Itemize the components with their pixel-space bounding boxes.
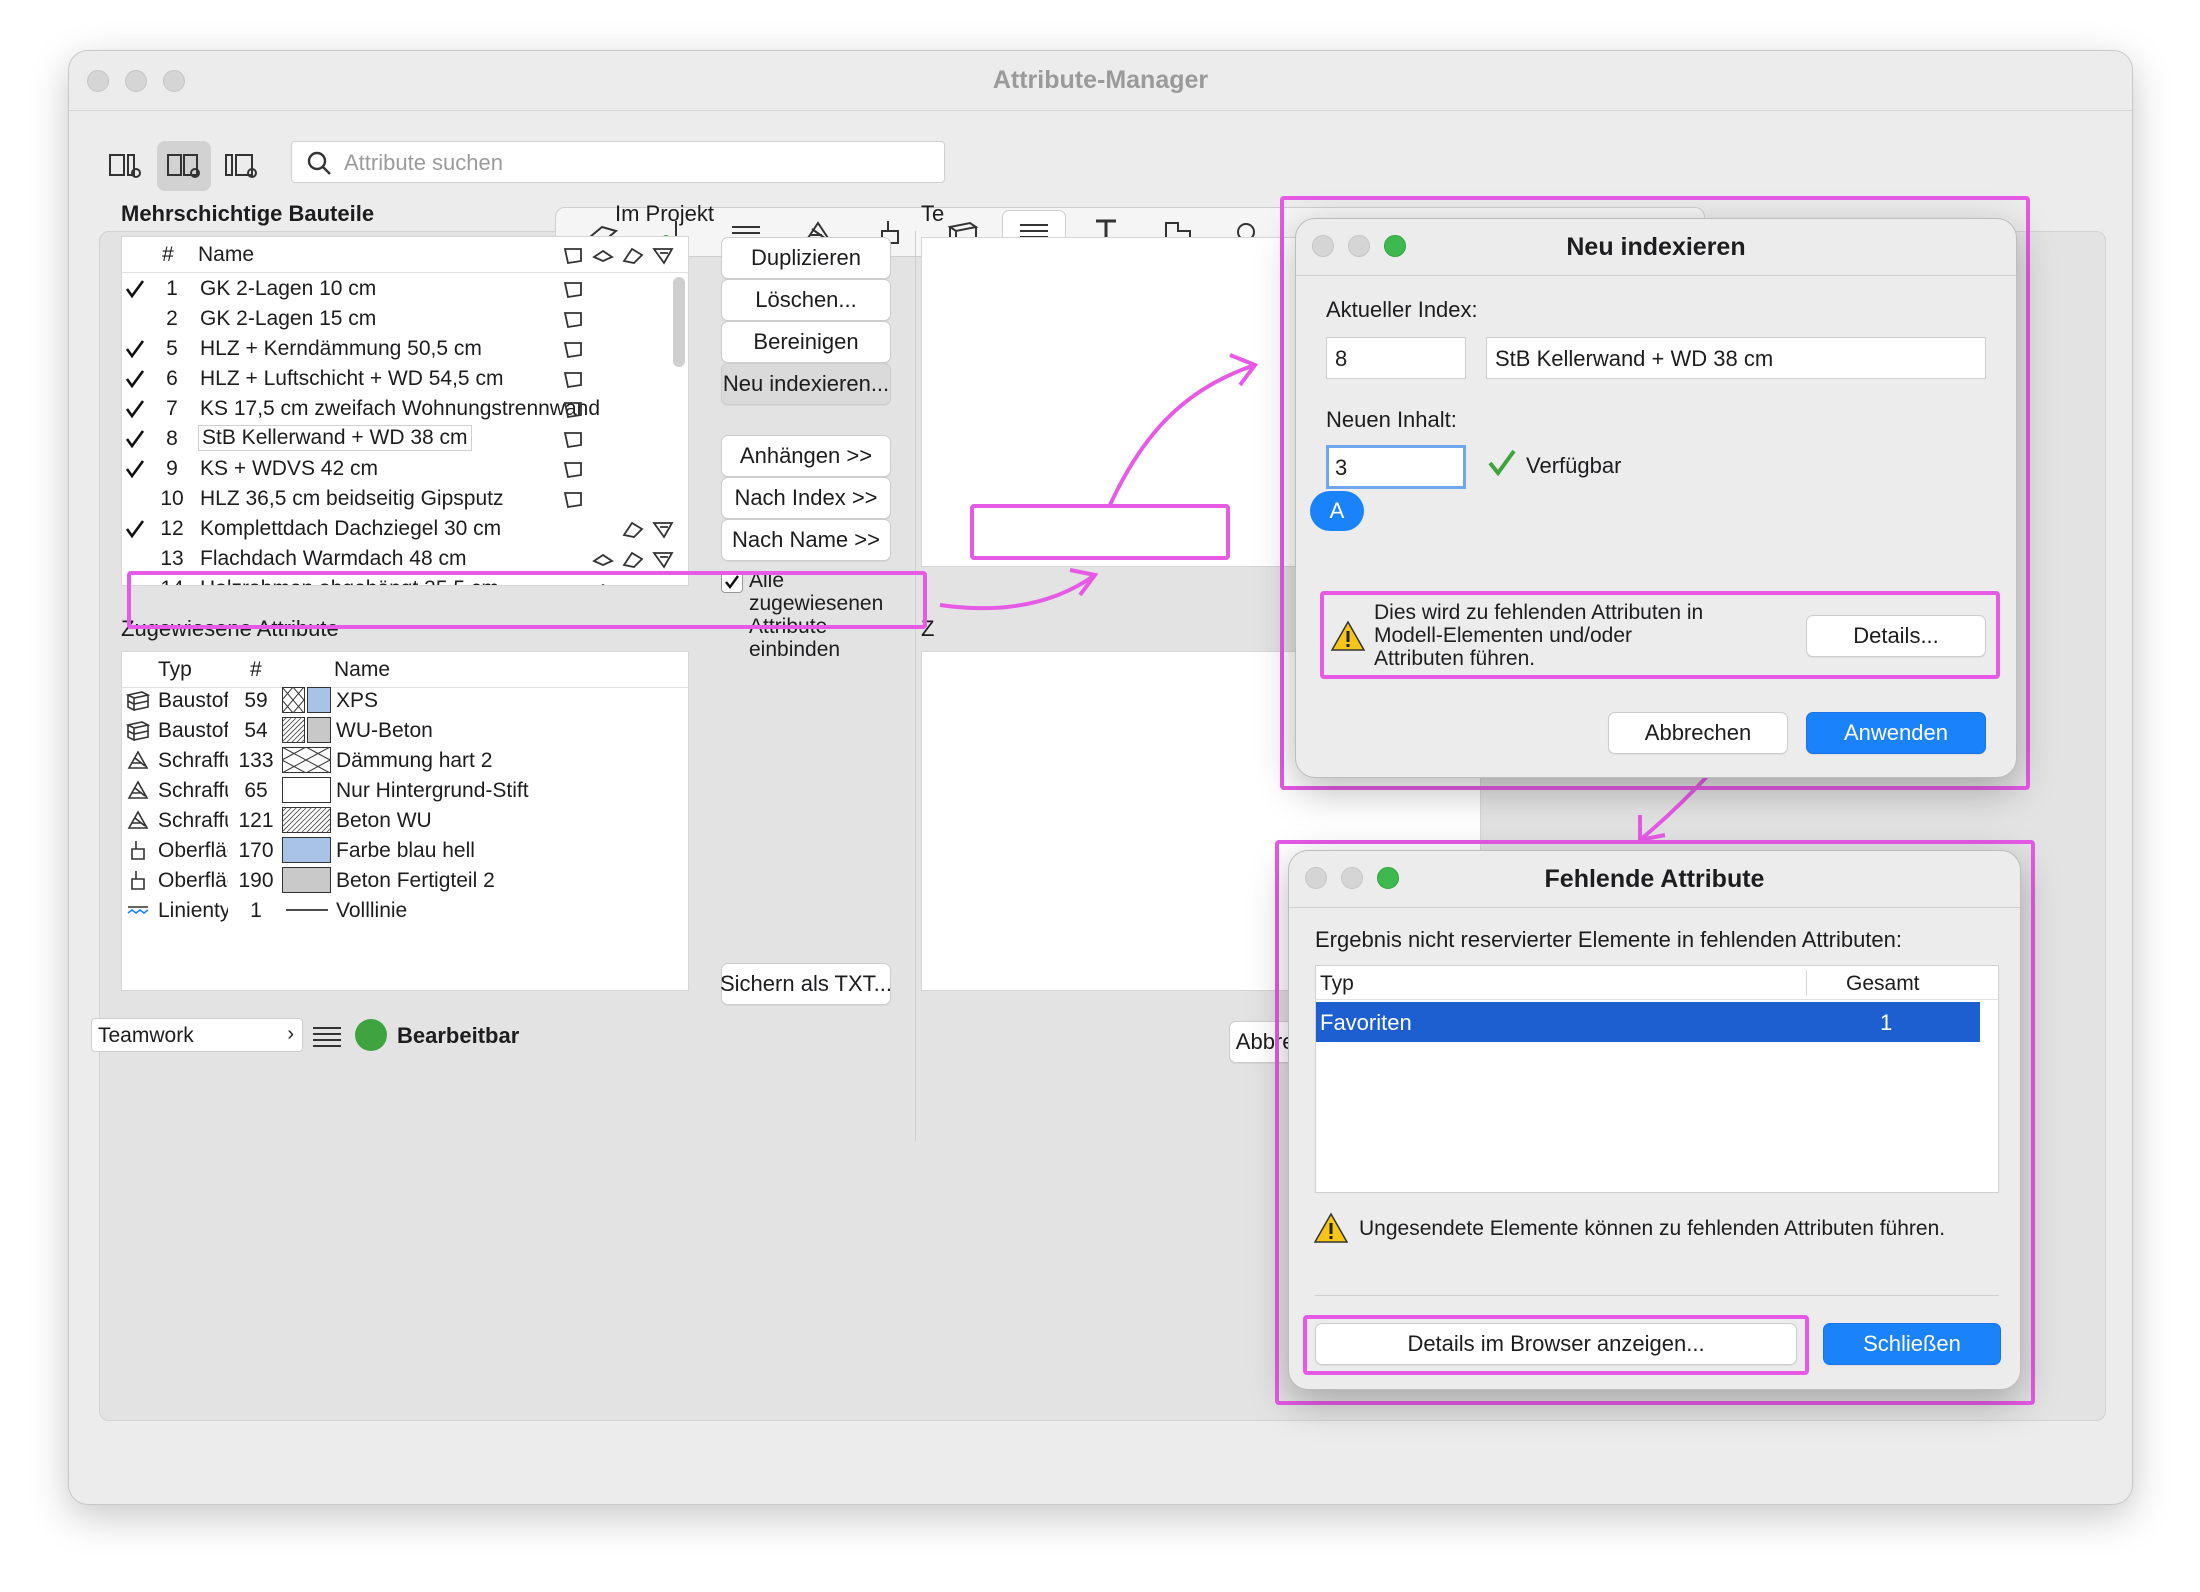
warning-icon (1330, 620, 1366, 651)
current-name-field: StB Kellerwand + WD 38 cm (1486, 337, 1986, 379)
available-label: Verfügbar (1526, 453, 1622, 478)
missing-attributes-dialog: Fehlende Attribute Ergebnis nicht reserv… (1288, 850, 2021, 1390)
missing-subtitle: Ergebnis nicht reservierter Elemente in … (1315, 927, 1902, 952)
missing-table-header: Typ Gesamt (1316, 966, 1998, 1000)
reindex-title: Neu indexieren (1566, 233, 1746, 261)
details-in-browser-button[interactable]: Details im Browser anzeigen... (1315, 1323, 1797, 1365)
missing-title-divider (1289, 907, 2020, 908)
col-total: Gesamt (1846, 972, 1920, 995)
reindex-dialog: Neu indexieren Aktueller Index: 8 StB Ke… (1295, 218, 2017, 778)
available-check-icon (1488, 449, 1516, 477)
missing-row-selected[interactable]: Favoriten 1 (1316, 1002, 1980, 1042)
col-divider (1806, 970, 1807, 996)
current-index-field: 8 (1326, 337, 1466, 379)
warning-icon (1313, 1212, 1349, 1243)
current-index-label: Aktueller Index: (1326, 297, 1478, 322)
missing-warning-text: Ungesendete Elemente können zu fehlenden… (1359, 1217, 1946, 1240)
autocomplete-badge[interactable]: A (1310, 491, 1364, 531)
missing-row-type: Favoriten (1320, 1010, 1412, 1035)
reindex-warning-text: Dies wird zu fehlenden Attributen in Mod… (1374, 601, 1704, 670)
apply-button[interactable]: Anwenden (1806, 712, 1986, 754)
reindex-title-divider (1296, 275, 2016, 276)
new-content-label: Neuen Inhalt: (1326, 407, 1457, 432)
close-button[interactable]: Schließen (1823, 1323, 2001, 1365)
missing-title: Fehlende Attribute (1544, 865, 1765, 893)
new-content-input[interactable]: 3 (1326, 445, 1466, 489)
missing-table: Typ Gesamt Favoriten 1 (1315, 965, 1999, 1193)
details-button[interactable]: Details... (1806, 615, 1986, 657)
missing-row-total: 1 (1880, 1010, 1893, 1035)
missing-footer-divider (1315, 1295, 1999, 1296)
reindex-cancel-button[interactable]: Abbrechen (1608, 712, 1788, 754)
col-type: Typ (1320, 972, 1354, 995)
